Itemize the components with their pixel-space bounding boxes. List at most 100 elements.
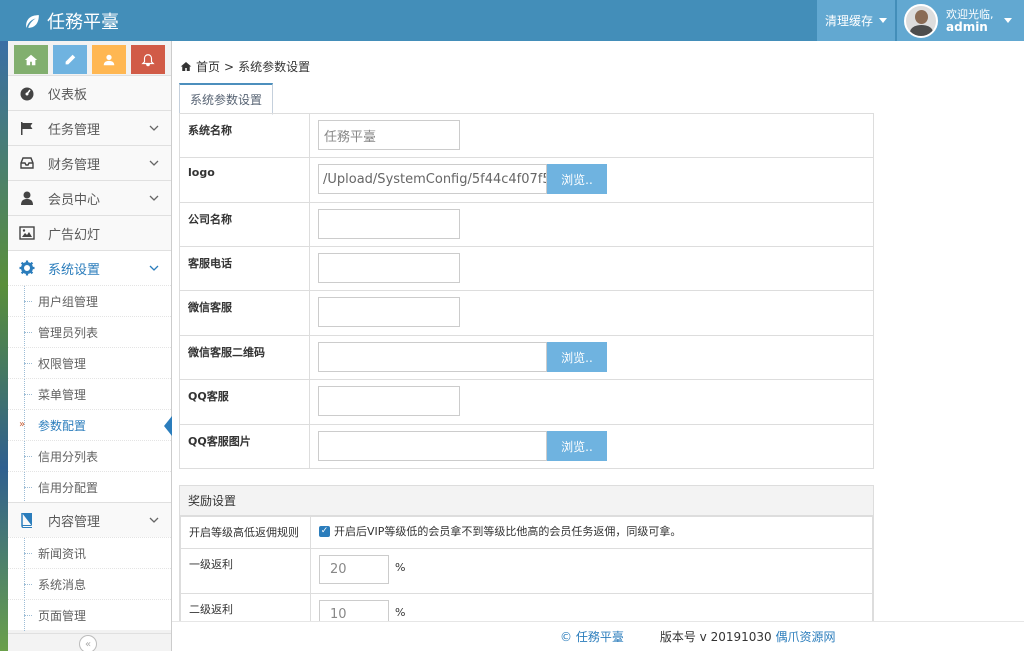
qq-service-input[interactable] [318, 386, 460, 416]
user-menu[interactable]: 欢迎光临, admin [897, 0, 1024, 41]
users-icon [103, 54, 115, 65]
sidebar-item-tasks[interactable]: 任务管理 [8, 110, 171, 145]
level1-rebate-input[interactable]: 20 [319, 555, 389, 584]
brand-name: 任務平臺 [47, 12, 119, 33]
tab-bar: 系统参数设置 [179, 83, 872, 115]
field-label: 开启等级高低返佣规则 [180, 516, 311, 549]
flag-icon [21, 122, 33, 135]
sidebar-subitem-label: 参数配置 [38, 418, 87, 433]
site-name-input[interactable]: 任務平臺 [318, 120, 460, 150]
shortcut-users-button[interactable] [92, 45, 126, 74]
sidebar-subitem-credit-list[interactable]: 信用分列表 [8, 440, 171, 472]
sidebar-subitem-permissions[interactable]: 权限管理 [8, 347, 171, 379]
active-indicator-icon [164, 416, 172, 436]
sidebar-item-label: 广告幻灯 [48, 227, 101, 243]
sidebar-subitem-label: 新闻资讯 [38, 546, 87, 561]
wechat-qr-input[interactable] [318, 342, 547, 372]
footer-site-link[interactable]: 偶爪资源网 [775, 630, 835, 644]
panel-title: 奖励设置 [180, 486, 873, 516]
sidebar-subitem-label: 管理员列表 [38, 325, 99, 340]
sidebar-subitem-label: 用户组管理 [38, 294, 99, 309]
clear-cache-label: 清理缓存 [824, 14, 873, 28]
logo-browse-button[interactable]: 浏览.. [547, 164, 607, 194]
field-label: QQ客服 [179, 379, 310, 425]
sidebar-subitem-admins[interactable]: 管理员列表 [8, 316, 171, 348]
sidebar-subitem-messages[interactable]: 系统消息 [8, 568, 171, 600]
logo-path-input[interactable]: /Upload/SystemConfig/5f44c4f07f5eb [318, 164, 547, 194]
chevron-down-icon [149, 195, 159, 201]
caret-down-icon [1004, 18, 1012, 23]
percent-unit: % [395, 606, 406, 619]
shortcut-home-button[interactable] [14, 45, 48, 74]
wechat-service-input[interactable] [318, 297, 460, 327]
breadcrumb-separator: > [224, 59, 235, 74]
leaf-icon [26, 14, 39, 28]
welcome-text: 欢迎光临, [946, 7, 994, 21]
wechat-qr-browse-button[interactable]: 浏览.. [547, 342, 607, 372]
gear-icon [19, 260, 35, 276]
level-rule-checkbox[interactable]: ✓ [319, 525, 330, 537]
clear-cache-button[interactable]: 清理缓存 [817, 0, 895, 41]
shortcut-edit-button[interactable] [53, 45, 87, 74]
sidebar-subitem-label: 菜单管理 [38, 387, 87, 402]
settings-form: 系统名称 任務平臺 logo /Upload/SystemConfig/5f44… [179, 113, 874, 469]
reward-settings-panel: 奖励设置 开启等级高低返佣规则 ✓ 开启后VIP等级低的会员拿不到等级比他高的会… [179, 485, 874, 639]
sidebar-subitem-usergroups[interactable]: 用户组管理 [8, 285, 171, 317]
field-label: 一级返利 [180, 548, 311, 594]
breadcrumb-home[interactable]: 首页 [196, 58, 220, 75]
caret-down-icon [879, 18, 887, 23]
picture-icon [19, 226, 35, 240]
sidebar-subitem-menus[interactable]: 菜单管理 [8, 378, 171, 410]
company-name-input[interactable] [318, 209, 460, 239]
footer-version: 版本号 v 20191030 偶爪资源网 [659, 630, 836, 644]
field-label: 公司名称 [179, 202, 310, 247]
sidebar-item-finance[interactable]: 财务管理 [8, 145, 171, 180]
brand[interactable]: 任務平臺 [24, 8, 119, 34]
sidebar-subitem-label: 页面管理 [38, 608, 87, 623]
qq-image-input[interactable] [318, 431, 547, 461]
footer: © 任務平臺 版本号 v 20191030 偶爪资源网 [172, 621, 1024, 651]
sidebar: 仪表板 任务管理 财务管理 会员中心 广告幻灯 系统设置 用户组管理 管理员列表… [8, 41, 172, 651]
bell-icon [141, 53, 155, 66]
dashboard-icon [20, 87, 34, 101]
sidebar-item-dashboard[interactable]: 仪表板 [8, 75, 171, 110]
shortcut-bar [8, 41, 171, 75]
sidebar-subitem-pages[interactable]: 页面管理 [8, 599, 171, 631]
user-icon [21, 191, 33, 205]
footer-brand[interactable]: © 任務平臺 [560, 628, 624, 645]
chevron-down-icon [149, 125, 159, 131]
shortcut-notify-button[interactable] [131, 45, 165, 74]
avatar [904, 3, 938, 38]
field-label: logo [179, 157, 310, 203]
sidebar-item-ads[interactable]: 广告幻灯 [8, 215, 171, 250]
chevron-down-icon [149, 517, 159, 523]
sidebar-item-label: 仪表板 [48, 87, 88, 103]
field-label: 客服电话 [179, 246, 310, 291]
service-phone-input[interactable] [318, 253, 460, 283]
field-label: 微信客服二维码 [179, 335, 310, 380]
sidebar-subitem-credit-config[interactable]: 信用分配置 [8, 471, 171, 503]
top-navbar: 任務平臺 清理缓存 欢迎光临, admin [0, 0, 1024, 41]
field-label: QQ客服图片 [179, 424, 310, 469]
breadcrumb-current: 系统参数设置 [238, 60, 311, 74]
sidebar-subitem-label: 信用分列表 [38, 449, 99, 464]
pencil-icon [65, 54, 76, 64]
sidebar-item-members[interactable]: 会员中心 [8, 180, 171, 215]
home-icon [180, 62, 192, 71]
tab-system-params[interactable]: 系统参数设置 [179, 83, 274, 115]
inbox-icon [20, 157, 34, 169]
username: admin [946, 19, 988, 34]
sidebar-subitem-news[interactable]: 新闻资讯 [8, 537, 171, 569]
sidebar-item-label: 财务管理 [48, 157, 101, 173]
breadcrumb: 首页 > 系统参数设置 [180, 58, 310, 75]
qq-image-browse-button[interactable]: 浏览.. [547, 431, 607, 461]
chevron-down-icon [149, 160, 159, 166]
sidebar-item-content[interactable]: 内容管理 [8, 502, 171, 537]
sidebar-item-label: 任务管理 [48, 122, 101, 138]
desktop-edge [0, 41, 8, 651]
sidebar-subitem-params[interactable]: » 参数配置 [8, 409, 172, 441]
sidebar-item-settings[interactable]: 系统设置 [8, 250, 171, 285]
level-rule-text: 开启后VIP等级低的会员拿不到等级比他高的会员任务返佣，同级可拿。 [334, 525, 682, 538]
sidebar-item-label: 会员中心 [48, 192, 101, 208]
sidebar-collapse-button[interactable]: « [79, 635, 97, 651]
